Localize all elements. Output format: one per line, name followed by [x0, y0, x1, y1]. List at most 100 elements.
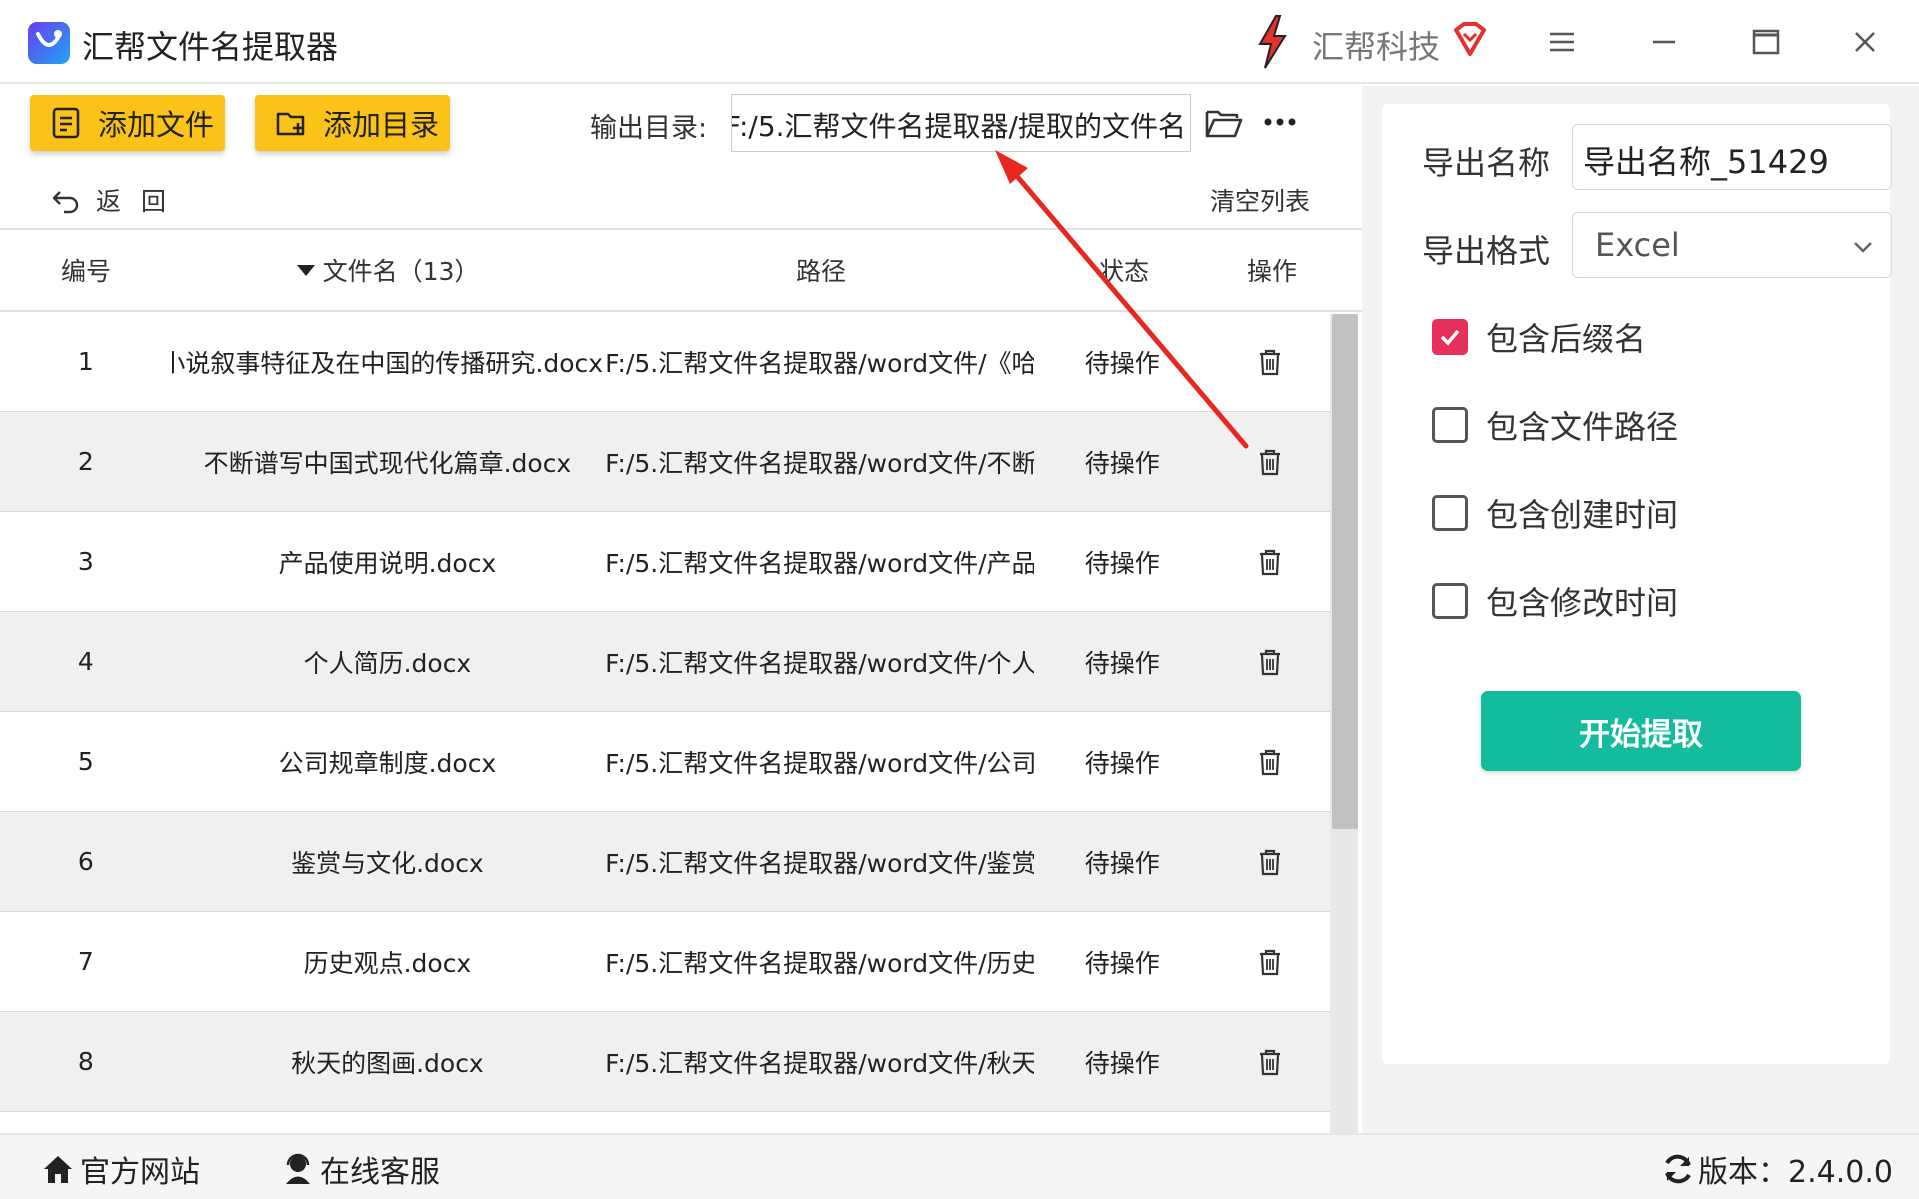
add-file-label: 添加文件: [98, 108, 215, 142]
row-filename-text: 《哈利·波特》系列小说叙事特征及在中国的传播研究.docx: [172, 348, 604, 378]
row-delete-button[interactable]: [1210, 347, 1330, 377]
row-delete-button[interactable]: [1210, 1047, 1330, 1077]
trash-icon[interactable]: [1255, 347, 1285, 377]
header-filename[interactable]: 文件名（13）: [172, 252, 604, 288]
trash-icon[interactable]: [1255, 747, 1285, 777]
option-label: 包含创建时间: [1486, 496, 1679, 534]
row-num: 5: [77, 747, 94, 776]
minimize-icon[interactable]: [1642, 20, 1686, 64]
table-header: 编号 文件名（13） 路径 状态 操作: [0, 230, 1362, 312]
row-filename: 个人简历.docx: [172, 644, 603, 680]
option-checkbox-1[interactable]: 包含后缀名: [1432, 314, 1646, 360]
option-checkbox-3[interactable]: 包含创建时间: [1432, 490, 1678, 536]
option-checkbox-2[interactable]: 包含文件路径: [1432, 402, 1678, 448]
row-status: 待操作: [1084, 448, 1160, 478]
add-directory-label: 添加目录: [323, 108, 440, 142]
start-extract-button[interactable]: 开始提取: [1481, 691, 1801, 771]
version-info: 版本：2.4.0.0: [1660, 1147, 1893, 1191]
row-filename-text: 产品使用说明.docx: [278, 548, 497, 578]
output-directory-label: 输出目录:: [590, 113, 708, 144]
table-row[interactable]: 8 秋天的图画.docx F:/5.汇帮文件名提取器/word文件/秋天的图画.do…: [0, 1012, 1330, 1112]
brand-name: 汇帮科技: [1312, 28, 1441, 66]
export-format-value: Excel: [1595, 226, 1680, 264]
header-operation: 操作: [1246, 257, 1297, 286]
customer-service-icon: [286, 1153, 310, 1184]
back-button[interactable]: 返回: [50, 182, 186, 218]
checkbox-icon[interactable]: [1432, 495, 1468, 531]
table-row[interactable]: 1 《哈利·波特》系列小说叙事特征及在中国的传播研究.docxF:/5.汇帮文件名…: [0, 312, 1330, 412]
app-logo-icon: [28, 22, 70, 64]
row-num: 7: [77, 947, 94, 976]
menu-icon[interactable]: [1540, 20, 1584, 64]
checkbox-icon[interactable]: [1432, 319, 1468, 355]
row-num: 8: [77, 1047, 94, 1076]
open-folder-icon[interactable]: [1204, 104, 1244, 140]
trash-icon[interactable]: [1255, 947, 1285, 977]
add-folder-icon: [276, 112, 305, 136]
table-row[interactable]: 2 不断谱写中国式现代化篇章.docx F:/5.汇帮文件名提取器/word文件/不…: [0, 412, 1330, 512]
row-path: F:/5.汇帮文件名提取器/word文件/鉴赏与文化.docx: [605, 848, 1035, 878]
row-delete-button[interactable]: [1210, 547, 1330, 577]
trash-icon[interactable]: [1255, 447, 1285, 477]
header-path: 路径: [795, 257, 846, 286]
trash-icon[interactable]: [1255, 1047, 1285, 1077]
table-row[interactable]: 6 鉴赏与文化.docx F:/5.汇帮文件名提取器/word文件/鉴赏与文化.do…: [0, 812, 1330, 912]
row-status: 待操作: [1084, 748, 1160, 778]
table-row[interactable]: 3 产品使用说明.docx F:/5.汇帮文件名提取器/word文件/产品使用说明.…: [0, 512, 1330, 612]
close-icon[interactable]: [1843, 20, 1887, 64]
official-website-label: 官方网站: [80, 1155, 200, 1190]
export-format-label: 导出格式: [1422, 232, 1551, 270]
online-service-link[interactable]: 在线客服: [280, 1147, 440, 1191]
export-name-label: 导出名称: [1422, 144, 1551, 182]
export-format-select[interactable]: Excel: [1572, 212, 1892, 278]
row-num: 6: [77, 847, 94, 876]
row-filename-text: 公司规章制度.docx: [278, 748, 497, 778]
row-delete-button[interactable]: [1210, 747, 1330, 777]
row-filename: 秋天的图画.docx: [172, 1044, 603, 1080]
row-filename: 产品使用说明.docx: [172, 544, 603, 580]
vip-diamond-icon[interactable]: [1450, 20, 1490, 60]
row-filename: 历史观点.docx: [172, 944, 603, 980]
trash-icon[interactable]: [1255, 547, 1285, 577]
table-row[interactable]: 4 个人简历.docx F:/5.汇帮文件名提取器/word文件/个人简历.docx…: [0, 612, 1330, 712]
checkbox-icon[interactable]: [1432, 407, 1468, 443]
row-filename-text: 个人简历.docx: [303, 648, 472, 678]
trash-icon[interactable]: [1255, 847, 1285, 877]
row-delete-button[interactable]: [1210, 447, 1330, 477]
scrollbar-thumb[interactable]: [1332, 314, 1358, 829]
row-path: F:/5.汇帮文件名提取器/word文件/不断谱写中国式现代化篇章.docx: [605, 448, 1035, 478]
row-delete-button[interactable]: [1210, 647, 1330, 677]
row-status: 待操作: [1084, 648, 1160, 678]
sort-desc-icon: [296, 264, 315, 276]
maximize-icon[interactable]: [1744, 20, 1788, 64]
row-status: 待操作: [1084, 548, 1160, 578]
chevron-down-icon: [1854, 242, 1872, 253]
official-website-link[interactable]: 官方网站: [40, 1147, 200, 1191]
row-filename: 不断谱写中国式现代化篇章.docx: [172, 444, 603, 480]
row-delete-button[interactable]: [1210, 947, 1330, 977]
more-options-icon[interactable]: [1260, 110, 1300, 134]
row-status: 待操作: [1084, 948, 1160, 978]
row-status: 待操作: [1084, 1048, 1160, 1078]
export-name-input[interactable]: 导出名称_51429: [1572, 124, 1892, 190]
output-directory-field[interactable]: F:/5.汇帮文件名提取器/提取的文件名: [731, 94, 1191, 152]
clear-list-button[interactable]: 清空列表: [1210, 182, 1310, 218]
header-num: 编号: [60, 257, 111, 286]
option-checkbox-4[interactable]: 包含修改时间: [1432, 578, 1678, 624]
table-body: 1《哈利·波特》系列小说叙事特征及在中国的传播研究.docxF:/5.汇帮文件名…: [0, 312, 1362, 1112]
option-label: 包含后缀名: [1486, 320, 1647, 358]
checkbox-icon[interactable]: [1432, 583, 1468, 619]
file-table: 编号 文件名（13） 路径 状态 操作 1 《哈利·波特》系列小说叙事特征及在中国…: [0, 228, 1362, 1133]
row-status: 待操作: [1084, 848, 1160, 878]
table-row[interactable]: 7 历史观点.docx F:/5.汇帮文件名提取器/word文件/历史观点.docx…: [0, 912, 1330, 1012]
row-num: 4: [77, 647, 94, 676]
home-icon: [44, 1156, 72, 1183]
add-directory-button[interactable]: 添加目录: [255, 95, 450, 151]
trash-icon[interactable]: [1255, 647, 1285, 677]
footer: 官方网站 在线客服 版本：2.4.0.0: [0, 1133, 1919, 1199]
table-row[interactable]: 5 公司规章制度.docx F:/5.汇帮文件名提取器/word文件/公司规章制度.…: [0, 712, 1330, 812]
brand-lightning-icon: [1252, 14, 1292, 70]
row-delete-button[interactable]: [1210, 847, 1330, 877]
add-file-button[interactable]: 添加文件: [30, 95, 225, 151]
option-label: 包含文件路径: [1486, 408, 1679, 446]
